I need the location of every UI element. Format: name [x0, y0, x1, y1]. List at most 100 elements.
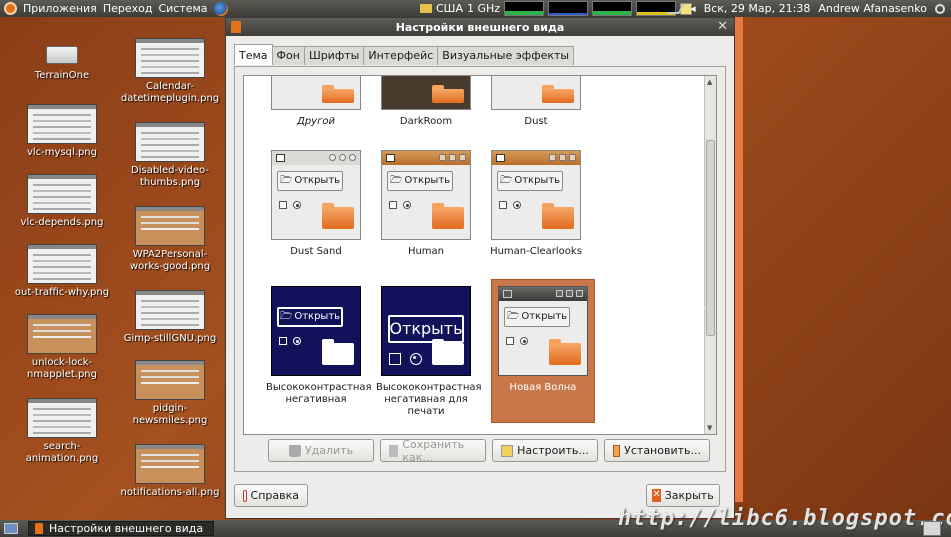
- preview-open-button: 🗁 Открыть: [504, 307, 570, 327]
- theme-item-high-contrast-inverse-print[interactable]: Открыть Высококонтрастная негативная для…: [376, 286, 482, 418]
- desktop-icon-vlc-depends[interactable]: vlc-depends.png: [12, 174, 112, 229]
- theme-preview: 🗁 Открыть: [271, 150, 361, 240]
- image-thumbnail-icon: [27, 314, 97, 354]
- desktop-icon-calendar[interactable]: Calendar-datetimeplugin.png: [120, 38, 220, 105]
- folder-open-icon: 🗁: [506, 311, 520, 322]
- desktop-icon-wpa2[interactable]: WPA2Personal-works-good.png: [120, 206, 220, 273]
- power-icon[interactable]: [935, 3, 945, 14]
- checkbox-icon: [389, 201, 397, 209]
- desktop-icon-notifications[interactable]: notifications-all.png: [120, 444, 220, 499]
- show-desktop-icon[interactable]: [4, 523, 18, 534]
- theme-item-darkroom[interactable]: DarkRoom: [376, 76, 476, 128]
- folder-icon: [542, 203, 574, 229]
- network-monitor[interactable]: [592, 1, 633, 16]
- theme-item-other[interactable]: Другой: [266, 76, 366, 128]
- desktop-icon-search-animation[interactable]: search-animation.png: [12, 398, 112, 465]
- customize-button[interactable]: Настроить...: [492, 439, 598, 462]
- theme-preview: 🗁 Открыть: [271, 286, 361, 376]
- image-thumbnail-icon: [135, 360, 205, 400]
- image-thumbnail-icon: [135, 206, 205, 246]
- radio-icon: [403, 201, 411, 209]
- customize-icon: [501, 444, 514, 457]
- folder-icon: [549, 339, 581, 365]
- help-icon: [243, 489, 247, 502]
- menu-applications[interactable]: Приложения: [23, 2, 97, 15]
- radio-icon: [293, 201, 301, 209]
- folder-open-icon: 🗁: [279, 175, 293, 186]
- clock[interactable]: Вск, 29 Мар, 21:38: [704, 2, 811, 15]
- folder-icon: [322, 339, 354, 365]
- keyboard-layout[interactable]: США: [436, 2, 463, 15]
- theme-preview: [271, 76, 361, 110]
- network-signal-icon[interactable]: [667, 3, 686, 14]
- delete-button[interactable]: Удалить: [268, 439, 374, 462]
- theme-preview: [381, 76, 471, 110]
- panel-right: ◂ Вск, 29 Мар, 21:38 Andrew Afanasenko: [667, 0, 945, 17]
- trash-icon: [288, 444, 301, 457]
- menu-places[interactable]: Переход: [103, 2, 153, 15]
- theme-list[interactable]: Другой DarkRoom Dust 🗁 Открыть Dust Sand…: [243, 75, 717, 435]
- tab-bar: Тема Фон Шрифты Интерфейс Визуальные эфф…: [234, 44, 575, 65]
- menu-system[interactable]: Система: [158, 2, 207, 15]
- cpu-monitor[interactable]: [504, 1, 545, 16]
- save-icon: [389, 444, 399, 457]
- user-name[interactable]: Andrew Afanasenko: [818, 2, 927, 15]
- checkbox-icon: [506, 337, 514, 345]
- preview-open-button: Открыть: [388, 315, 464, 343]
- checkbox-icon: [279, 201, 287, 209]
- image-thumbnail-icon: [135, 290, 205, 330]
- theme-list-scrollbar[interactable]: ▲ ▼: [704, 76, 716, 434]
- desktop-icon-gimp[interactable]: Gimp-stillGNU.png: [120, 290, 220, 345]
- desktop-icon-terrainone[interactable]: TerrainOne: [12, 38, 112, 82]
- scroll-thumb[interactable]: [706, 140, 715, 336]
- close-button[interactable]: ✕ Закрыть: [646, 484, 720, 507]
- tab-visual-effects[interactable]: Визуальные эффекты: [437, 46, 575, 65]
- install-button[interactable]: Установить...: [604, 439, 710, 462]
- save-as-button[interactable]: Сохранить как...: [380, 438, 486, 464]
- image-thumbnail-icon: [135, 38, 205, 78]
- window-menu-icon[interactable]: [231, 21, 241, 33]
- theme-item-dust-sand[interactable]: 🗁 Открыть Dust Sand: [266, 150, 366, 258]
- desktop-icon-vlc-mysql[interactable]: vlc-mysql.png: [12, 104, 112, 159]
- close-icon[interactable]: ✕: [717, 19, 728, 34]
- desktop-icon-pidgin[interactable]: pidgin-newsmiles.png: [120, 360, 220, 427]
- radio-icon: [293, 337, 301, 345]
- tab-background[interactable]: Фон: [271, 46, 305, 65]
- memory-monitor[interactable]: [548, 1, 589, 16]
- theme-preview: 🗁 Открыть: [498, 286, 588, 376]
- theme-item-human[interactable]: 🗁 Открыть Human: [376, 150, 476, 258]
- desktop-icon-disabled-video[interactable]: Disabled-video-thumbs.png: [120, 122, 220, 189]
- folder-open-icon: 🗁: [499, 175, 513, 186]
- desktop-icon-out-traffic[interactable]: out-traffic-why.png: [12, 244, 112, 299]
- drive-icon: [46, 46, 78, 64]
- tab-fonts[interactable]: Шрифты: [303, 46, 365, 65]
- desktop-icon-unlock-lock[interactable]: unlock-lock-nmapplet.png: [12, 314, 112, 381]
- image-thumbnail-icon: [27, 104, 97, 144]
- top-panel: Приложения Переход Система США 1 GHz ◂ В…: [0, 0, 951, 17]
- firefox-launcher-icon[interactable]: [213, 1, 228, 16]
- folder-icon[interactable]: [420, 4, 432, 13]
- radio-icon: [520, 337, 528, 345]
- image-thumbnail-icon: [27, 398, 97, 438]
- preview-open-button: 🗁 Открыть: [277, 307, 343, 327]
- theme-item-dust[interactable]: Dust: [486, 76, 586, 128]
- tab-theme[interactable]: Тема: [234, 44, 273, 65]
- volume-icon[interactable]: ◂: [690, 2, 696, 15]
- theme-item-new-wave[interactable]: 🗁 Открыть Новая Волна: [496, 286, 590, 394]
- main-menu: Приложения Переход Система: [0, 1, 228, 16]
- taskbar-item-appearance[interactable]: Настройки внешнего вида: [28, 521, 215, 536]
- theme-item-high-contrast-inverse[interactable]: 🗁 Открыть Высококонтрастная негативная: [266, 286, 372, 406]
- preview-open-button: 🗁 Открыть: [277, 171, 343, 191]
- trash-icon[interactable]: [923, 521, 941, 536]
- ubuntu-logo-icon[interactable]: [4, 2, 17, 15]
- theme-item-human-clearlooks[interactable]: 🗁 Открыть Human-Clearlooks: [486, 150, 586, 258]
- checkbox-icon: [279, 337, 287, 345]
- cpu-freq-label[interactable]: 1 GHz: [467, 2, 500, 15]
- scroll-down-icon[interactable]: ▼: [707, 424, 712, 432]
- dialog-titlebar[interactable]: Настройки внешнего вида ✕: [226, 18, 734, 36]
- install-icon: [613, 444, 621, 457]
- scroll-up-icon[interactable]: ▲: [707, 78, 712, 86]
- help-button[interactable]: Справка: [234, 484, 308, 507]
- theme-actions: Удалить Сохранить как... Настроить... Ус…: [268, 438, 710, 464]
- tab-interface[interactable]: Интерфейс: [363, 46, 439, 65]
